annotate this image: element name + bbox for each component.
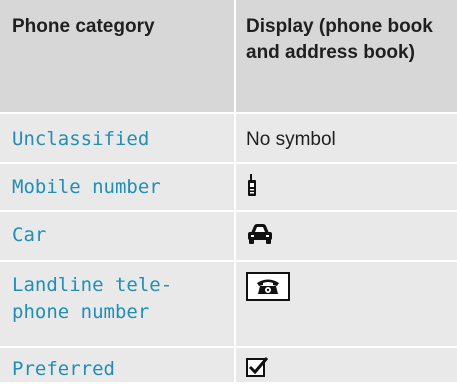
display-cell: [236, 262, 457, 346]
table-row: Mobile number: [0, 164, 457, 212]
car-icon: [248, 224, 272, 244]
category-cell: Unclassified: [0, 114, 236, 162]
display-cell: [236, 212, 457, 260]
phone-category-table: Phone category Display (phone book and a…: [0, 0, 457, 384]
mobile-phone-icon: [248, 174, 256, 196]
display-cell: [236, 164, 457, 210]
header-display: Display (phone book and address book): [246, 16, 433, 63]
landline-phone-icon: [246, 272, 290, 301]
table-row: Unclassified No symbol: [0, 114, 457, 164]
display-cell: No symbol: [246, 129, 336, 150]
category-cell: Preferred: [0, 348, 236, 382]
category-cell: Car: [0, 212, 236, 260]
category-cell: Mobile number: [0, 164, 236, 210]
category-cell: Landline tele- phone number: [0, 262, 236, 346]
table-header-row: Phone category Display (phone book and a…: [0, 0, 457, 114]
header-phone-category: Phone category: [0, 0, 236, 112]
table-row: Landline tele- phone number: [0, 262, 457, 348]
table-row: Preferred: [0, 348, 457, 384]
table-row: Car: [0, 212, 457, 262]
checkbox-checked-icon: [246, 357, 269, 377]
display-cell: [236, 348, 457, 382]
